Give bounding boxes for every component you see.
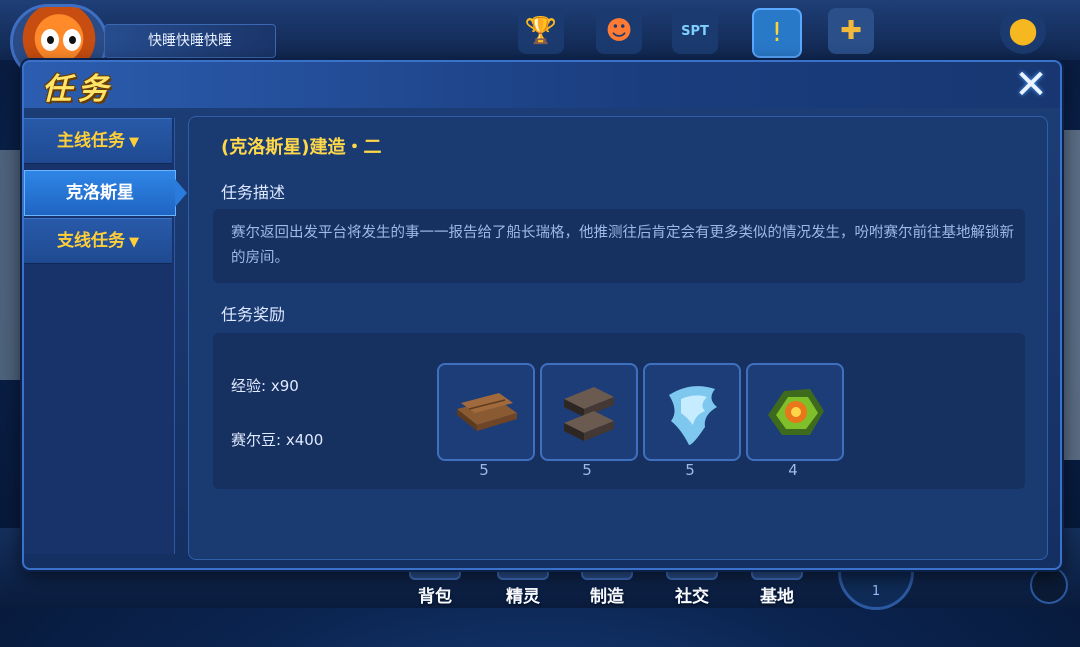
nav-label: 背包: [418, 587, 452, 607]
quest-dialog: 任务 ✕ 主线任务 ▼ 克洛斯星 支线任务 ▼ (克洛斯星)建造・二 任务描述 赛尔…: [22, 60, 1062, 570]
alert-icon[interactable]: !: [752, 8, 802, 58]
plus-badge-icon[interactable]: ✚: [828, 8, 874, 54]
avatar-eye-icon: [41, 29, 59, 51]
sidebar-item-side-quests[interactable]: 支线任务 ▼: [24, 218, 172, 264]
sidebar-item-main-quests[interactable]: 主线任务 ▼: [24, 118, 172, 164]
chevron-down-icon: ▼: [129, 235, 139, 250]
avatar-eye-icon: [63, 29, 81, 51]
sidebar-item-label: 支线任务: [57, 231, 125, 251]
nav-label: 社交: [675, 587, 709, 607]
reward-item-slot[interactable]: [540, 363, 638, 461]
spt-icon[interactable]: SPT: [672, 8, 718, 54]
chevron-down-icon: ▼: [129, 135, 139, 150]
menu-dot-icon[interactable]: [1030, 566, 1068, 604]
iron-bars-icon: [564, 387, 614, 441]
nav-label: 精灵: [506, 587, 540, 607]
map-pin-icon[interactable]: ⬤: [1000, 8, 1046, 54]
bean-reward: 赛尔豆: x400: [231, 431, 324, 449]
sidebar-item-label: 主线任务: [57, 131, 125, 151]
ice-crystal-icon: [669, 386, 717, 445]
reward-item-count: 5: [685, 461, 695, 479]
quest-description: 赛尔返回出发平台将发生的事一一报告给了船长瑞格，他推测往后肯定会有更多类似的情况…: [231, 225, 1014, 266]
exp-reward: 经验: x90: [231, 377, 299, 395]
reward-item-count: 5: [582, 461, 592, 479]
description-heading: 任务描述: [221, 183, 286, 202]
quest-title: (克洛斯星)建造・二: [221, 137, 382, 158]
background-panel-left: [0, 150, 22, 380]
nav-label: 基地: [760, 587, 794, 607]
energy-core-icon: [768, 389, 824, 435]
reward-item-slot[interactable]: [746, 363, 844, 461]
player-name: 快睡快睡快睡: [104, 24, 276, 58]
trophy-icon[interactable]: 🏆: [518, 8, 564, 54]
reward-item-count: 4: [788, 461, 798, 479]
close-icon[interactable]: ✕: [1006, 62, 1056, 108]
dialog-title: 任务: [42, 72, 114, 107]
description-box: 赛尔返回出发平台将发生的事一一报告给了船长瑞格，他推测往后肯定会有更多类似的情况…: [213, 209, 1025, 283]
reward-item-count: 5: [479, 461, 489, 479]
nav-label: 制造: [590, 587, 624, 607]
quest-detail-panel: (克洛斯星)建造・二 任务描述 赛尔返回出发平台将发生的事一一报告给了船长瑞格，…: [188, 116, 1048, 560]
sidebar-item-label: 克洛斯星: [66, 183, 134, 203]
reward-item-slot[interactable]: [643, 363, 741, 461]
reward-item-slot[interactable]: [437, 363, 535, 461]
reward-box: 经验: x90 赛尔豆: x400 5 5 5 4: [213, 333, 1025, 489]
sidebar-item-krolos-planet[interactable]: 克洛斯星: [24, 170, 187, 216]
dialog-titlebar: 任务 ✕: [24, 62, 1060, 108]
wood-planks-icon: [457, 393, 517, 431]
reward-heading: 任务奖励: [221, 305, 286, 324]
character-face-icon[interactable]: ☻: [596, 8, 642, 54]
quest-sidebar: 主线任务 ▼ 克洛斯星 支线任务 ▼: [24, 118, 187, 554]
